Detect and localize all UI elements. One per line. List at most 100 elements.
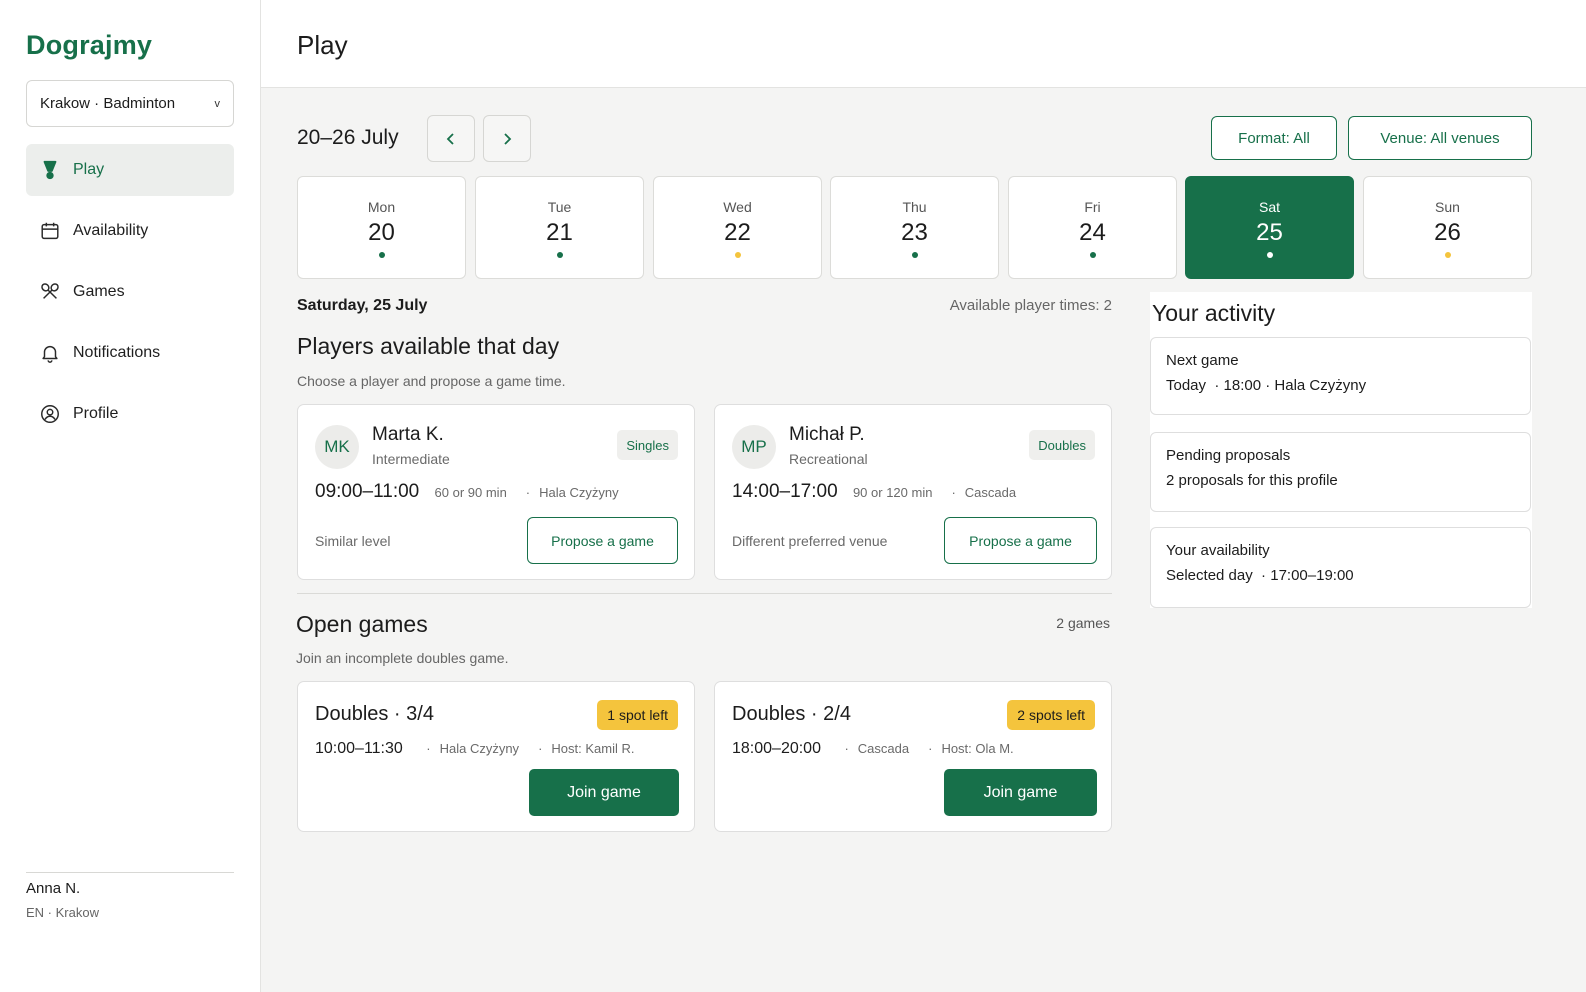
day-number: 21 bbox=[546, 219, 573, 246]
availability-card[interactable]: Your availability Selected day · 17:00–1… bbox=[1150, 527, 1531, 608]
join-game-button[interactable]: Join game bbox=[944, 769, 1097, 816]
players-section-subtitle: Choose a player and propose a game time. bbox=[297, 373, 566, 389]
open-games-title: Open games bbox=[296, 611, 428, 637]
shuttlecock-icon bbox=[39, 159, 61, 181]
selected-date: Saturday, 25 July bbox=[297, 297, 428, 314]
host: Host: Ola M. bbox=[941, 741, 1014, 756]
venue: Cascada bbox=[857, 741, 910, 756]
day-name: Mon bbox=[367, 199, 396, 215]
activity-panel: Your activity Next game Today · 18:00 · … bbox=[1150, 292, 1532, 608]
user-locale: EN · Krakow bbox=[26, 905, 99, 920]
bell-icon bbox=[39, 342, 61, 364]
propose-game-button[interactable]: Propose a game bbox=[944, 517, 1097, 564]
day-tue[interactable]: Tue 21 bbox=[475, 176, 644, 279]
player-time-slot: 14:00–17:00 90 or 120 min · Cascada bbox=[732, 481, 1017, 502]
day-number: 25 bbox=[1256, 219, 1283, 246]
previous-week-button[interactable] bbox=[427, 115, 475, 162]
game-details: 18:00–20:00 · Cascada · Host: Ola M. bbox=[732, 740, 1014, 757]
day-sat[interactable]: Sat 25 bbox=[1185, 176, 1354, 279]
calendar-icon bbox=[39, 220, 61, 242]
sidebar-item-label: Profile bbox=[73, 405, 119, 422]
user-name[interactable]: Anna N. bbox=[26, 880, 80, 897]
day-name: Sat bbox=[1258, 199, 1280, 215]
spots-left-badge: 2 spots left bbox=[1007, 700, 1095, 730]
player-name[interactable]: Marta K. bbox=[372, 424, 444, 446]
brand-logo[interactable]: Dograjmy bbox=[26, 30, 152, 61]
app-root: Dograjmy Krakow · Badminton v Play Avail… bbox=[0, 0, 1586, 992]
player-level: Recreational bbox=[789, 451, 868, 467]
sidebar-item-availability[interactable]: Availability bbox=[26, 205, 234, 257]
player-card: MP Michał P. Recreational Doubles 14:00–… bbox=[714, 404, 1112, 580]
next-week-button[interactable] bbox=[483, 115, 531, 162]
next-game-card[interactable]: Next game Today · 18:00 · Hala Czyżyny bbox=[1150, 337, 1531, 415]
sidebar-item-label: Availability bbox=[73, 222, 149, 239]
duration: 90 or 120 min bbox=[852, 485, 933, 500]
availability-dot bbox=[734, 252, 741, 258]
sidebar-item-games[interactable]: Games bbox=[26, 266, 234, 318]
player-time-slot: 09:00–11:00 60 or 90 min · Hala Czyżyny bbox=[315, 481, 619, 502]
open-game-card: Doubles · 2/4 2 spots left 18:00–20:00 ·… bbox=[714, 681, 1112, 832]
game-details: 10:00–11:30 · Hala Czyżyny · Host: Kamil R. bbox=[315, 740, 635, 757]
main-nav: Play Availability Games Notifications Pr… bbox=[26, 144, 234, 449]
activity-title: Your activity bbox=[1152, 300, 1276, 326]
avatar: MK bbox=[315, 425, 359, 469]
card-value: Today · 18:00 · Hala Czyżyny bbox=[1166, 377, 1367, 394]
propose-game-button[interactable]: Propose a game bbox=[527, 517, 678, 564]
time-range: 14:00–17:00 bbox=[732, 481, 838, 502]
venue: Hala Czyżyny bbox=[539, 485, 619, 500]
day-number: 23 bbox=[901, 219, 928, 246]
player-card: MK Marta K. Intermediate Singles 09:00–1… bbox=[297, 404, 695, 580]
game-title: Doubles · 3/4 bbox=[315, 703, 434, 725]
pending-proposals-card[interactable]: Pending proposals 2 proposals for this p… bbox=[1150, 432, 1531, 512]
page-title: Play bbox=[297, 30, 348, 60]
city-sport-select[interactable]: Krakow · Badminton v bbox=[26, 80, 234, 127]
format-filter-button[interactable]: Format: All bbox=[1211, 116, 1337, 160]
match-note: Similar level bbox=[315, 533, 391, 549]
day-number: 22 bbox=[724, 219, 751, 246]
card-label: Next game bbox=[1166, 352, 1239, 369]
sidebar-item-label: Games bbox=[73, 283, 125, 300]
day-sun[interactable]: Sun 26 bbox=[1363, 176, 1532, 279]
section-divider bbox=[297, 593, 1112, 594]
day-fri[interactable]: Fri 24 bbox=[1008, 176, 1177, 279]
open-games-count: 2 games bbox=[1056, 615, 1110, 631]
avatar: MP bbox=[732, 425, 776, 469]
day-thu[interactable]: Thu 23 bbox=[830, 176, 999, 279]
duration: 60 or 90 min bbox=[434, 485, 507, 500]
open-games-subtitle: Join an incomplete doubles game. bbox=[296, 650, 509, 666]
day-name: Tue bbox=[547, 199, 572, 215]
day-name: Wed bbox=[723, 199, 752, 215]
available-times-count: Available player times: 2 bbox=[949, 297, 1112, 314]
time-range: 18:00–20:00 bbox=[732, 740, 821, 757]
sidebar-item-notifications[interactable]: Notifications bbox=[26, 327, 234, 379]
day-wed[interactable]: Wed 22 bbox=[653, 176, 822, 279]
day-name: Thu bbox=[902, 199, 927, 215]
format-badge: Singles bbox=[617, 430, 678, 460]
city-sport-select-value: Krakow · Badminton bbox=[40, 95, 176, 112]
card-value: Selected day · 17:00–19:00 bbox=[1166, 567, 1354, 584]
sidebar-item-profile[interactable]: Profile bbox=[26, 388, 234, 440]
players-section-title: Players available that day bbox=[297, 333, 560, 359]
format-badge: Doubles bbox=[1029, 430, 1095, 460]
card-label: Your availability bbox=[1166, 542, 1270, 559]
crossed-rackets-icon bbox=[39, 281, 61, 303]
sidebar-item-label: Play bbox=[73, 161, 105, 178]
join-game-button[interactable]: Join game bbox=[529, 769, 679, 816]
availability-dot bbox=[911, 252, 918, 258]
venue-filter-button[interactable]: Venue: All venues bbox=[1348, 116, 1532, 160]
availability-dot bbox=[1266, 252, 1273, 258]
chevron-down-icon: v bbox=[214, 97, 221, 110]
time-range: 10:00–11:30 bbox=[315, 740, 403, 757]
sidebar-item-play[interactable]: Play bbox=[26, 144, 234, 196]
venue: Hala Czyżyny bbox=[439, 741, 520, 756]
day-mon[interactable]: Mon 20 bbox=[297, 176, 466, 279]
open-game-card: Doubles · 3/4 1 spot left 10:00–11:30 · H… bbox=[297, 681, 695, 832]
chevron-right-icon bbox=[504, 132, 512, 145]
host: Host: Kamil R. bbox=[551, 741, 635, 756]
availability-dot bbox=[1089, 252, 1096, 258]
day-number: 20 bbox=[368, 219, 395, 246]
sidebar: Dograjmy Krakow · Badminton v Play Avail… bbox=[0, 0, 261, 992]
availability-dot bbox=[556, 252, 563, 258]
availability-dot bbox=[378, 252, 385, 258]
player-name[interactable]: Michał P. bbox=[789, 424, 865, 446]
